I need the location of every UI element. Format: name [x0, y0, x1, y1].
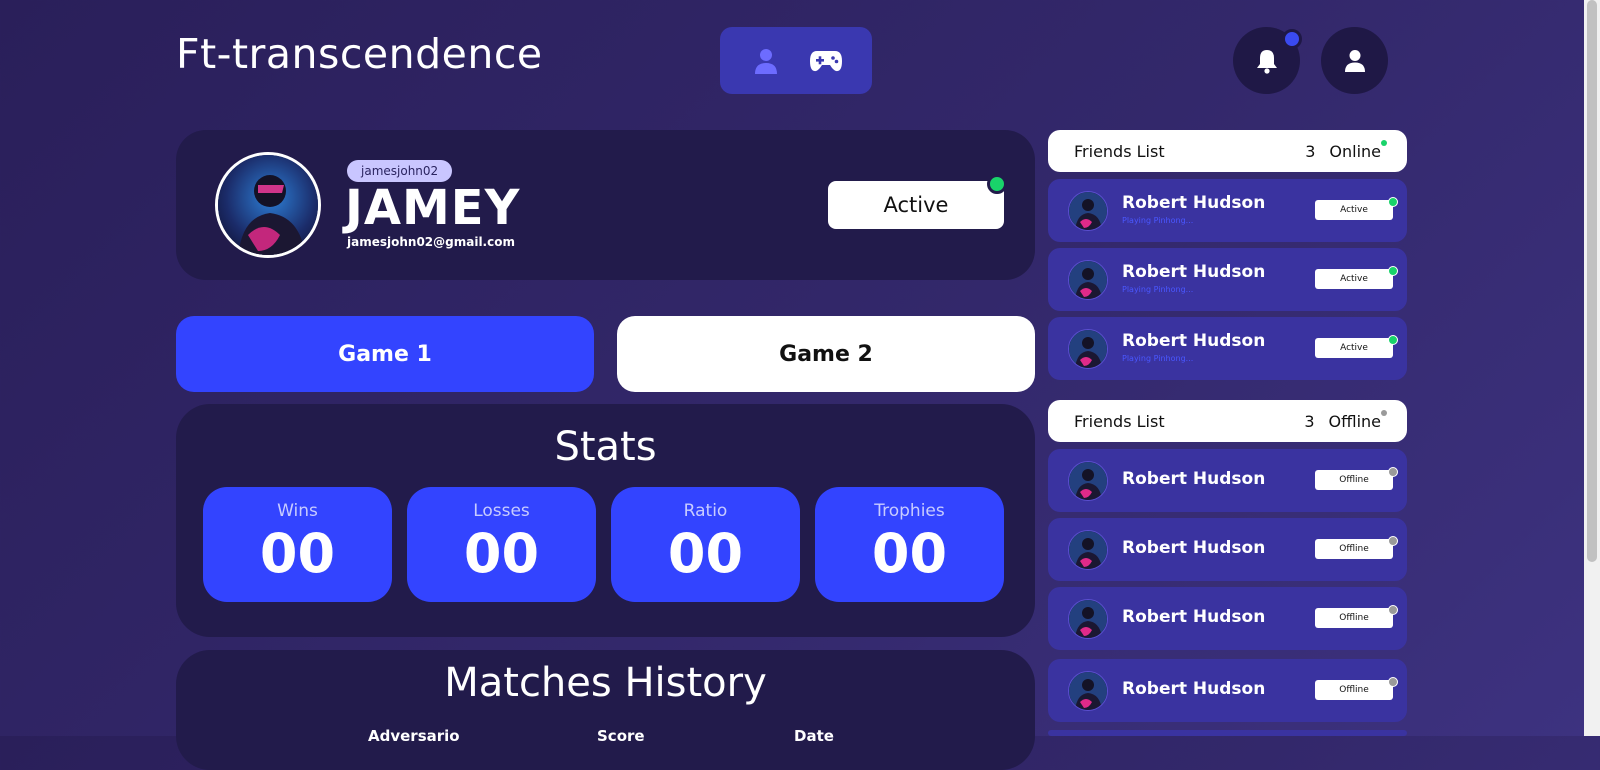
friend-status-dot [1388, 266, 1398, 276]
friend-status-dot [1388, 605, 1398, 615]
friend-name: Robert Hudson [1122, 262, 1266, 282]
stat-ratio: Ratio 00 [611, 487, 800, 602]
online-indicator [1381, 140, 1387, 146]
notification-badge [1282, 29, 1302, 49]
gamepad-icon [810, 50, 842, 71]
friends-online-label: Online [1329, 141, 1381, 161]
friend-name: Robert Hudson [1122, 607, 1266, 627]
stat-value: 00 [463, 522, 540, 585]
user-icon [755, 48, 777, 74]
tab-game-2[interactable]: Game 2 [617, 316, 1035, 392]
scrollbar-thumb[interactable] [1587, 0, 1597, 562]
friend-name: Robert Hudson [1122, 193, 1266, 213]
friend-row-offline[interactable]: Robert Hudson Offline [1048, 659, 1407, 722]
profile-email: jamesjohn02@gmail.com [347, 235, 515, 249]
friend-status-button[interactable]: Offline [1315, 680, 1393, 700]
friend-avatar [1068, 191, 1108, 231]
stat-value: 00 [871, 522, 948, 585]
stats-title: Stats [554, 424, 657, 470]
friend-avatar [1068, 671, 1108, 711]
friend-name: Robert Hudson [1122, 331, 1266, 351]
profile-avatar [215, 152, 321, 258]
account-button[interactable] [1321, 27, 1388, 94]
stat-wins: Wins 00 [203, 487, 392, 602]
friend-row-online[interactable]: Robert Hudson Playing Pinhong... Active [1048, 179, 1407, 242]
stat-trophies: Trophies 00 [815, 487, 1004, 602]
stat-label: Wins [277, 501, 318, 521]
profile-display-name: JAMEY [345, 180, 521, 236]
friend-avatar [1068, 530, 1108, 570]
user-icon [1344, 49, 1365, 72]
friend-avatar [1068, 329, 1108, 369]
friend-activity: Playing Pinhong... [1122, 216, 1194, 225]
offline-indicator [1381, 410, 1387, 416]
status-indicator [987, 174, 1007, 194]
friends-list-title: Friends List [1074, 411, 1165, 431]
friend-activity: Playing Pinhong... [1122, 285, 1194, 294]
friend-status-button[interactable]: Active [1315, 269, 1393, 289]
matches-history-title: Matches History [444, 660, 767, 706]
stat-label: Trophies [874, 501, 945, 521]
friends-list-title: Friends List [1074, 141, 1165, 161]
username-badge: jamesjohn02 [347, 160, 453, 182]
friend-row-online[interactable]: Robert Hudson Playing Pinhong... Active [1048, 317, 1407, 380]
friend-row-offline[interactable]: Robert Hudson Offline [1048, 518, 1407, 581]
friends-offline-label: Offline [1328, 411, 1382, 431]
friend-status-button[interactable]: Offline [1315, 539, 1393, 559]
friend-row-offline-partial [1048, 730, 1407, 736]
profile-nav-button[interactable] [748, 43, 784, 79]
friend-status-dot [1388, 677, 1398, 687]
friend-row-online[interactable]: Robert Hudson Playing Pinhong... Active [1048, 248, 1407, 311]
tab-game-1[interactable]: Game 1 [176, 316, 594, 392]
status-button[interactable]: Active [828, 181, 1004, 229]
bell-icon [1256, 49, 1277, 74]
friend-status-dot [1388, 197, 1398, 207]
history-column-date: Date [794, 727, 834, 745]
friend-status-dot [1388, 536, 1398, 546]
friend-status-dot [1388, 335, 1398, 345]
friend-activity: Playing Pinhong... [1122, 354, 1194, 363]
friend-avatar [1068, 260, 1108, 300]
friends-offline-header: Friends List 3 Offline [1048, 400, 1407, 442]
nav-toggle [720, 27, 872, 94]
friend-row-offline[interactable]: Robert Hudson Offline [1048, 587, 1407, 650]
friend-name: Robert Hudson [1122, 538, 1266, 558]
stat-label: Ratio [683, 501, 728, 521]
app-title: Ft-transcendence [176, 30, 543, 78]
stat-value: 00 [259, 522, 336, 585]
friend-avatar [1068, 599, 1108, 639]
friend-status-button[interactable]: Active [1315, 338, 1393, 358]
friend-status-button[interactable]: Offline [1315, 470, 1393, 490]
friends-online-count: 3 [1305, 141, 1316, 161]
history-column-score: Score [597, 727, 645, 745]
friend-status-button[interactable]: Offline [1315, 608, 1393, 628]
friend-row-offline[interactable]: Robert Hudson Offline [1048, 449, 1407, 512]
friend-status-button[interactable]: Active [1315, 200, 1393, 220]
history-column-adversario: Adversario [368, 727, 460, 745]
stat-value: 00 [667, 522, 744, 585]
game-nav-button[interactable] [808, 43, 844, 79]
friend-status-dot [1388, 467, 1398, 477]
stat-losses: Losses 00 [407, 487, 596, 602]
friend-avatar [1068, 461, 1108, 501]
friend-name: Robert Hudson [1122, 679, 1266, 699]
friends-online-header: Friends List 3 Online [1048, 130, 1407, 172]
stat-label: Losses [473, 501, 530, 521]
friends-offline-count: 3 [1304, 411, 1315, 431]
friend-name: Robert Hudson [1122, 469, 1266, 489]
